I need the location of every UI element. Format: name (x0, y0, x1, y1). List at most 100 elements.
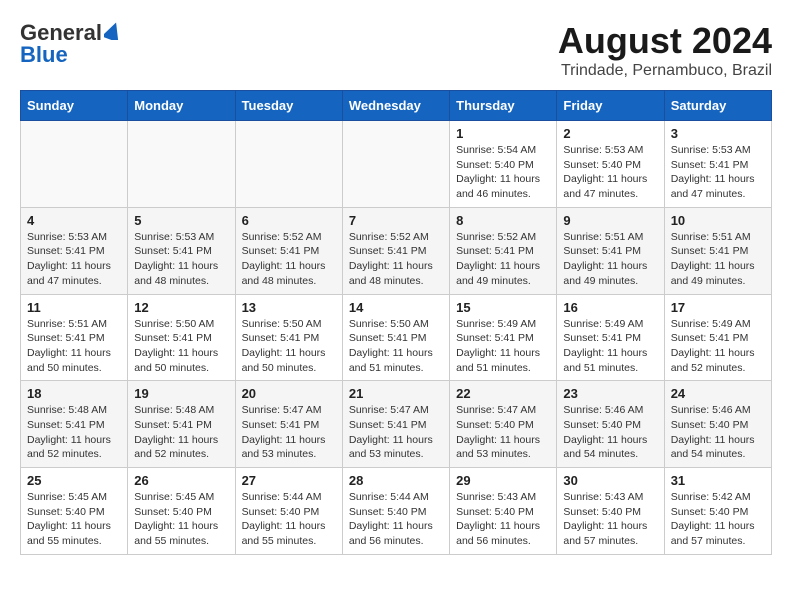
day-info: Sunrise: 5:46 AMSunset: 5:40 PMDaylight:… (671, 403, 765, 462)
sunset-time: Sunset: 5:40 PM (671, 506, 749, 518)
day-info: Sunrise: 5:45 AMSunset: 5:40 PMDaylight:… (27, 490, 121, 549)
day-number: 4 (27, 213, 121, 228)
calendar-week-row: 1Sunrise: 5:54 AMSunset: 5:40 PMDaylight… (21, 121, 772, 208)
calendar-day-cell: 24 Sunrise: 5:46 AMSunset: 5:40 PMDayligh… (664, 381, 771, 468)
day-info: Sunrise: 5:51 AMSunset: 5:41 PMDaylight:… (563, 230, 657, 289)
sunrise-time: Sunrise: 5:43 AM (456, 491, 536, 503)
daylight-hours: Daylight: 11 hours and 56 minutes. (349, 520, 433, 547)
sunrise-time: Sunrise: 5:52 AM (456, 231, 536, 243)
logo: General Blue (20, 20, 122, 68)
day-info: Sunrise: 5:52 AMSunset: 5:41 PMDaylight:… (456, 230, 550, 289)
day-info: Sunrise: 5:45 AMSunset: 5:40 PMDaylight:… (134, 490, 228, 549)
sunrise-time: Sunrise: 5:49 AM (456, 318, 536, 330)
sunrise-time: Sunrise: 5:51 AM (27, 318, 107, 330)
calendar-day-cell: 16 Sunrise: 5:49 AMSunset: 5:41 PMDayligh… (557, 294, 664, 381)
sunset-time: Sunset: 5:41 PM (563, 245, 641, 257)
calendar-day-cell: 11Sunrise: 5:51 AMSunset: 5:41 PMDayligh… (21, 294, 128, 381)
daylight-hours: Daylight: 11 hours and 57 minutes. (563, 520, 647, 547)
calendar-day-cell: 15Sunrise: 5:49 AMSunset: 5:41 PMDayligh… (450, 294, 557, 381)
day-of-week-header: Saturday (664, 91, 771, 121)
sunrise-time: Sunrise: 5:47 AM (349, 404, 429, 416)
sunset-time: Sunset: 5:40 PM (456, 419, 534, 431)
daylight-hours: Daylight: 11 hours and 47 minutes. (671, 173, 755, 200)
sunrise-time: Sunrise: 5:44 AM (349, 491, 429, 503)
sunset-time: Sunset: 5:41 PM (27, 419, 105, 431)
calendar-day-cell: 29Sunrise: 5:43 AMSunset: 5:40 PMDayligh… (450, 468, 557, 555)
daylight-hours: Daylight: 11 hours and 51 minutes. (349, 347, 433, 374)
calendar-table: SundayMondayTuesdayWednesdayThursdayFrid… (20, 90, 772, 555)
calendar-day-cell: 14Sunrise: 5:50 AMSunset: 5:41 PMDayligh… (342, 294, 449, 381)
daylight-hours: Daylight: 11 hours and 49 minutes. (671, 260, 755, 287)
sunrise-time: Sunrise: 5:45 AM (134, 491, 214, 503)
day-info: Sunrise: 5:47 AM Sunset: 5:40 PM Daylight:… (456, 403, 550, 462)
daylight-hours: Daylight: 11 hours and 53 minutes. (456, 434, 540, 461)
sunset-time: Sunset: 5:41 PM (134, 332, 212, 344)
day-info: Sunrise: 5:49 AM Sunset: 5:41 PM Daylight:… (456, 317, 550, 376)
day-number: 26 (134, 473, 228, 488)
sunrise-time: Sunrise: 5:54 AM (456, 144, 536, 156)
title-section: August 2024 Trindade, Pernambuco, Brazil (558, 20, 772, 80)
daylight-hours: Daylight: 11 hours and 49 minutes. (563, 260, 647, 287)
day-number: 24 (671, 386, 765, 401)
day-number: 23 (563, 386, 657, 401)
day-number: 20 (242, 386, 336, 401)
daylight-hours: Daylight: 11 hours and 57 minutes. (671, 520, 755, 547)
sunset-time: Sunset: 5:41 PM (456, 332, 534, 344)
day-info: Sunrise: 5:47 AMSunset: 5:41 PMDaylight:… (349, 403, 443, 462)
sunset-time: Sunset: 5:41 PM (563, 332, 641, 344)
daylight-hours: Daylight: 11 hours and 51 minutes. (456, 347, 540, 374)
day-info: Sunrise: 5:49 AMSunset: 5:41 PMDaylight:… (563, 317, 657, 376)
daylight-hours: Daylight: 11 hours and 54 minutes. (563, 434, 647, 461)
calendar-day-cell: 17Sunrise: 5:49 AMSunset: 5:41 PMDayligh… (664, 294, 771, 381)
daylight-hours: Daylight: 11 hours and 53 minutes. (242, 434, 326, 461)
calendar-day-cell: 18Sunrise: 5:48 AMSunset: 5:41 PMDayligh… (21, 381, 128, 468)
day-number: 25 (27, 473, 121, 488)
calendar-day-cell: 4 Sunrise: 5:53 AMSunset: 5:41 PMDaylight… (21, 207, 128, 294)
calendar-day-cell: 27Sunrise: 5:44 AMSunset: 5:40 PMDayligh… (235, 468, 342, 555)
calendar-day-cell: 22Sunrise: 5:47 AMSunset: 5:40 PMDayligh… (450, 381, 557, 468)
day-of-week-header: Thursday (450, 91, 557, 121)
calendar-header-row: SundayMondayTuesdayWednesdayThursdayFrid… (21, 91, 772, 121)
day-number: 7 (349, 213, 443, 228)
daylight-hours: Daylight: 11 hours and 49 minutes. (456, 260, 540, 287)
sunset-time: Sunset: 5:40 PM (456, 506, 534, 518)
calendar-day-cell: 28Sunrise: 5:44 AMSunset: 5:40 PMDayligh… (342, 468, 449, 555)
calendar-day-cell (235, 121, 342, 208)
logo-blue: Blue (20, 42, 68, 68)
calendar-day-cell: 8 Sunrise: 5:52 AMSunset: 5:41 PMDaylight… (450, 207, 557, 294)
sunrise-time: Sunrise: 5:51 AM (671, 231, 751, 243)
day-info: Sunrise: 5:52 AMSunset: 5:41 PMDaylight:… (349, 230, 443, 289)
calendar-day-cell: 20 Sunrise: 5:47 AMSunset: 5:41 PMDayligh… (235, 381, 342, 468)
calendar-day-cell: 5Sunrise: 5:53 AMSunset: 5:41 PMDaylight… (128, 207, 235, 294)
sunrise-time: Sunrise: 5:45 AM (27, 491, 107, 503)
day-info: Sunrise: 5:52 AMSunset: 5:41 PMDaylight:… (242, 230, 336, 289)
calendar-day-cell: 31Sunrise: 5:42 AMSunset: 5:40 PMDayligh… (664, 468, 771, 555)
day-number: 19 (134, 386, 228, 401)
daylight-hours: Daylight: 11 hours and 48 minutes. (134, 260, 218, 287)
sunrise-time: Sunrise: 5:42 AM (671, 491, 751, 503)
sunrise-time: Sunrise: 5:47 AM (456, 404, 536, 416)
sunset-time: Sunset: 5:41 PM (349, 419, 427, 431)
day-info: Sunrise: 5:42 AM Sunset: 5:40 PM Daylight:… (671, 490, 765, 549)
sunrise-time: Sunrise: 5:44 AM (242, 491, 322, 503)
daylight-hours: Daylight: 11 hours and 47 minutes. (27, 260, 111, 287)
sunrise-time: Sunrise: 5:46 AM (671, 404, 751, 416)
calendar-day-cell (21, 121, 128, 208)
sunset-time: Sunset: 5:40 PM (563, 419, 641, 431)
day-info: Sunrise: 5:43 AMSunset: 5:40 PMDaylight:… (563, 490, 657, 549)
sunset-time: Sunset: 5:41 PM (671, 332, 749, 344)
day-number: 13 (242, 300, 336, 315)
day-info: Sunrise: 5:53 AMSunset: 5:41 PMDaylight:… (27, 230, 121, 289)
daylight-hours: Daylight: 11 hours and 52 minutes. (134, 434, 218, 461)
day-info: Sunrise: 5:50 AMSunset: 5:41 PMDaylight:… (134, 317, 228, 376)
day-number: 16 (563, 300, 657, 315)
sunrise-time: Sunrise: 5:52 AM (349, 231, 429, 243)
day-info: Sunrise: 5:43 AMSunset: 5:40 PMDaylight:… (456, 490, 550, 549)
day-number: 14 (349, 300, 443, 315)
sunrise-time: Sunrise: 5:48 AM (134, 404, 214, 416)
daylight-hours: Daylight: 11 hours and 47 minutes. (563, 173, 647, 200)
day-info: Sunrise: 5:47 AMSunset: 5:41 PMDaylight:… (242, 403, 336, 462)
daylight-hours: Daylight: 11 hours and 55 minutes. (134, 520, 218, 547)
day-number: 8 (456, 213, 550, 228)
day-number: 2 (563, 126, 657, 141)
